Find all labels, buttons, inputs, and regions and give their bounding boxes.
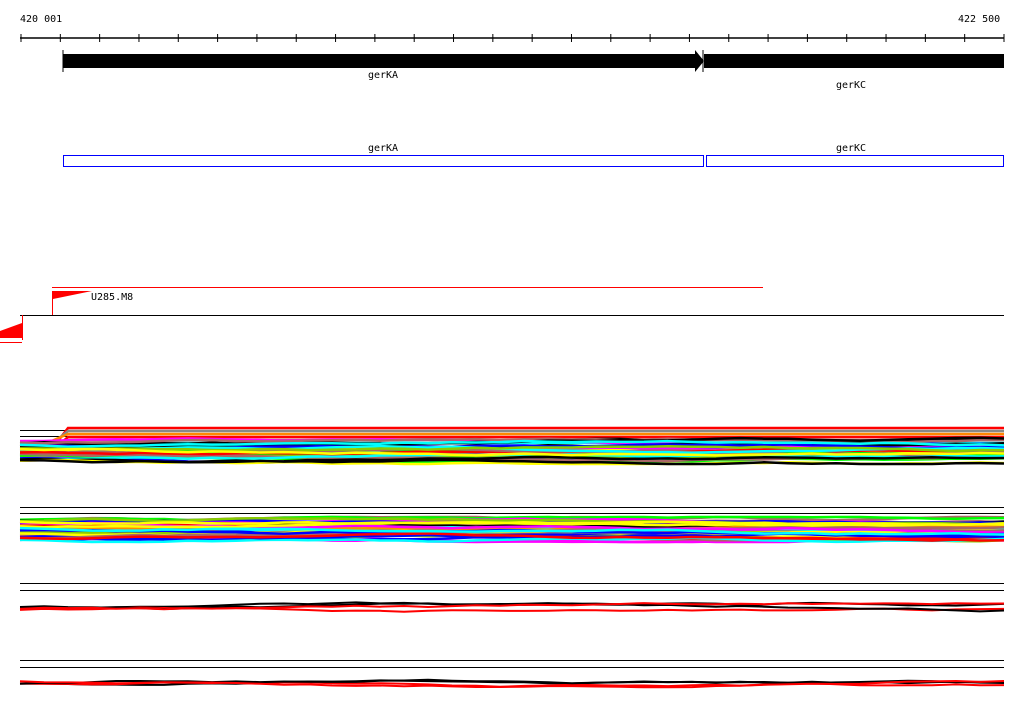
annotation-track[interactable] <box>63 155 1004 167</box>
annotation-gerKA-box[interactable] <box>63 155 704 167</box>
ruler-end-label: 422 500 <box>958 14 1001 25</box>
feature-track[interactable] <box>0 287 1004 343</box>
gene-label-gerKC[interactable]: gerKC <box>836 80 866 91</box>
left-feature-flag-icon <box>0 323 22 338</box>
annotation-gerKC-box[interactable] <box>706 155 1004 167</box>
genome-browser-canvas[interactable] <box>0 0 1024 714</box>
gene-label-gerKA[interactable]: gerKA <box>368 70 398 81</box>
feature-flag-icon[interactable] <box>53 291 92 299</box>
annotation-label-gerKC[interactable]: gerKC <box>836 143 866 154</box>
annotation-label-gerKA[interactable]: gerKA <box>368 143 398 154</box>
gene-gerKA-bar[interactable] <box>63 54 695 68</box>
track-2[interactable] <box>19 507 1005 544</box>
feature-label[interactable]: U285.M8 <box>91 292 133 303</box>
coordinate-ruler <box>20 34 1005 42</box>
track-3[interactable] <box>19 583 1005 613</box>
ruler-start-label: 420 001 <box>20 14 63 25</box>
alignment-tracks[interactable] <box>19 426 1005 689</box>
track-4[interactable] <box>19 660 1005 689</box>
track-1[interactable] <box>19 426 1005 466</box>
gene-gerKC-bar[interactable] <box>704 54 1004 68</box>
gene-track[interactable] <box>62 50 1004 72</box>
